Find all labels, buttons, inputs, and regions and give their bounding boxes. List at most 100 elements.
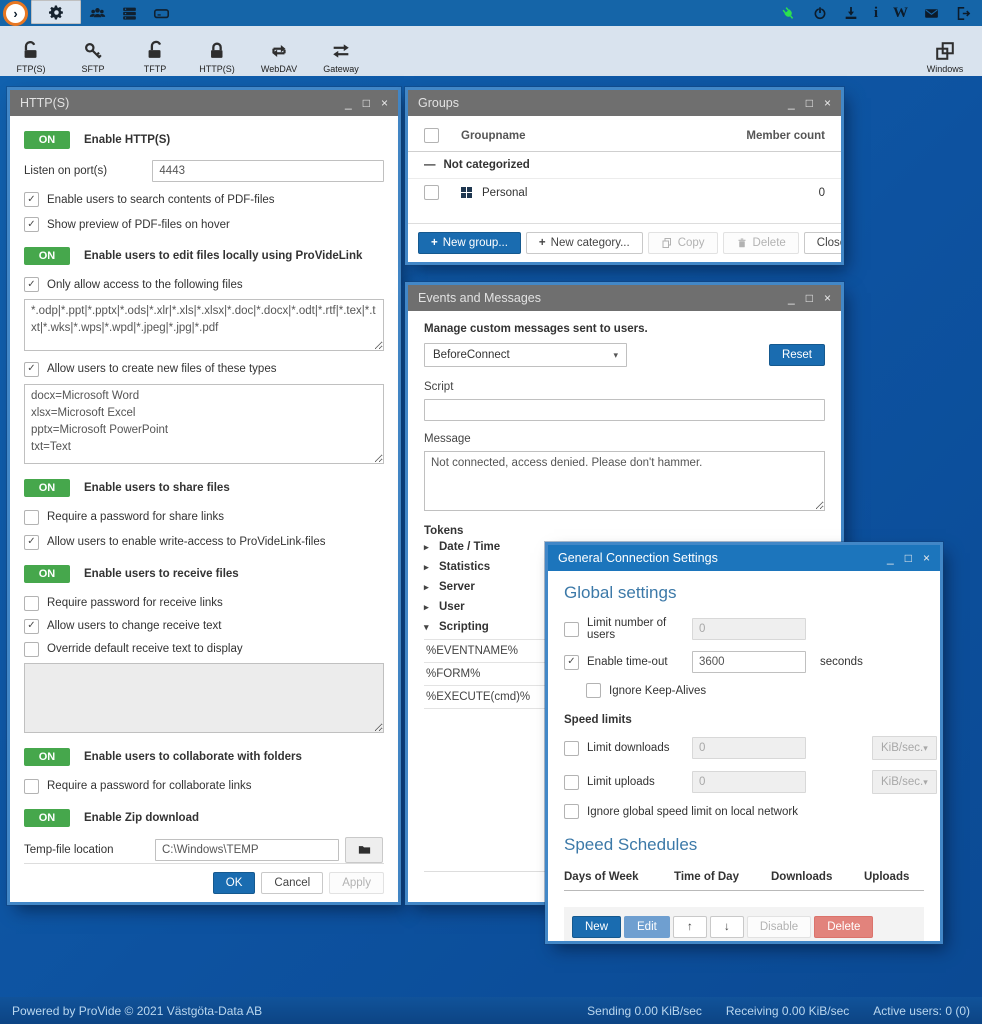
checkbox-preview-pdf[interactable]: ✓ xyxy=(24,217,39,232)
window-titlebar[interactable]: General Connection Settings _ □ × xyxy=(548,545,940,571)
window-title: General Connection Settings xyxy=(558,551,718,565)
window-titlebar[interactable]: HTTP(S) _ □ × xyxy=(10,90,398,116)
move-up-button[interactable]: ↑ xyxy=(673,916,707,938)
new-category-button[interactable]: +New category... xyxy=(526,232,643,254)
close-icon[interactable]: × xyxy=(824,285,831,311)
toolbar-item-https[interactable]: HTTP(S) xyxy=(186,28,248,74)
window-titlebar[interactable]: Groups _ □ × xyxy=(408,90,841,116)
checkbox-change-receive-text[interactable]: ✓ xyxy=(24,619,39,634)
category-row[interactable]: — Not categorized xyxy=(408,152,841,179)
member-count: 0 xyxy=(819,187,825,199)
minimize-icon[interactable]: _ xyxy=(887,545,894,571)
toggle-receive-files[interactable]: ON xyxy=(24,565,70,583)
toolbar-item-tftp[interactable]: TFTP xyxy=(124,28,186,74)
close-icon[interactable]: × xyxy=(381,90,388,116)
connection-plug-icon[interactable] xyxy=(780,5,797,22)
tab-storage[interactable] xyxy=(145,0,177,26)
checkbox-collaborate-password[interactable] xyxy=(24,779,39,794)
wiki-icon[interactable]: W xyxy=(893,6,908,21)
temp-location-input[interactable] xyxy=(155,839,339,861)
toolbar-item-gateway[interactable]: Gateway xyxy=(310,28,372,74)
provide-logo[interactable]: › xyxy=(0,0,31,26)
toolbar-item-ftps[interactable]: FTP(S) xyxy=(0,28,62,74)
triangle-right-icon: ▸ xyxy=(424,602,432,613)
close-button[interactable]: Close xyxy=(804,232,841,254)
schedule-new-button[interactable]: New xyxy=(572,916,621,938)
checkbox-create-new-files[interactable]: ✓ xyxy=(24,362,39,377)
logout-icon[interactable] xyxy=(955,5,972,22)
tab-settings[interactable] xyxy=(31,0,81,24)
checkbox-ignore-global-speed[interactable] xyxy=(564,804,579,819)
maximize-icon[interactable]: □ xyxy=(905,545,912,571)
checkbox-ignore-keepalives[interactable] xyxy=(586,683,601,698)
toggle-collaborate[interactable]: ON xyxy=(24,748,70,766)
checkbox-search-pdf[interactable]: ✓ xyxy=(24,192,39,207)
tab-users[interactable] xyxy=(81,0,113,26)
schedule-delete-button[interactable]: Delete xyxy=(814,916,873,938)
event-select[interactable]: BeforeConnect ▾ xyxy=(424,343,627,367)
chevron-down-icon: ▾ xyxy=(613,350,618,361)
new-group-button[interactable]: +New group... xyxy=(418,232,521,254)
checkbox-limit-users[interactable] xyxy=(564,622,579,637)
checkbox-limit-uploads[interactable] xyxy=(564,775,579,790)
toolbar-item-windows[interactable]: Windows xyxy=(914,28,976,74)
lock-open-icon xyxy=(144,40,166,62)
servers-icon xyxy=(120,4,139,23)
window-titlebar[interactable]: Events and Messages _ □ × xyxy=(408,285,841,311)
maximize-icon[interactable]: □ xyxy=(363,90,370,116)
script-input[interactable] xyxy=(424,399,825,421)
close-icon[interactable]: × xyxy=(923,545,930,571)
group-row-personal[interactable]: Personal 0 xyxy=(408,179,841,206)
listen-port-input[interactable] xyxy=(152,160,384,182)
gear-icon xyxy=(48,4,65,21)
checkbox-share-password[interactable] xyxy=(24,510,39,525)
window-controls: _ □ × xyxy=(788,285,831,311)
mail-icon[interactable] xyxy=(923,5,940,22)
new-file-types-textarea[interactable]: docx=Microsoft Word xlsx=Microsoft Excel… xyxy=(24,384,384,464)
browse-folder-button[interactable] xyxy=(345,837,383,863)
ok-button[interactable]: OK xyxy=(213,872,256,894)
schedule-edit-button[interactable]: Edit xyxy=(624,916,670,938)
select-all-checkbox[interactable] xyxy=(424,128,439,143)
minimize-icon[interactable]: _ xyxy=(345,90,352,116)
power-icon[interactable] xyxy=(812,5,828,21)
file-filter-textarea[interactable]: *.odp|*.ppt|*.pptx|*.ods|*.xlr|*.xls|*.x… xyxy=(24,299,384,351)
close-icon[interactable]: × xyxy=(824,90,831,116)
toggle-enable-https[interactable]: ON xyxy=(24,131,70,149)
toolbar-item-webdav[interactable]: WebDAV xyxy=(248,28,310,74)
minimize-icon[interactable]: _ xyxy=(788,285,795,311)
script-label: Script xyxy=(424,381,825,393)
minimize-icon[interactable]: _ xyxy=(788,90,795,116)
toolbar-item-sftp[interactable]: SFTP xyxy=(62,28,124,74)
toggle-zip-download[interactable]: ON xyxy=(24,809,70,827)
checkbox-only-files[interactable]: ✓ xyxy=(24,277,39,292)
toggle-share-files[interactable]: ON xyxy=(24,479,70,497)
tab-servers[interactable] xyxy=(113,0,145,26)
maximize-icon[interactable]: □ xyxy=(806,285,813,311)
listen-port-label: Listen on port(s) xyxy=(24,165,152,177)
move-down-button[interactable]: ↓ xyxy=(710,916,744,938)
checkbox-limit-downloads[interactable] xyxy=(564,741,579,756)
checkbox-override-receive-text[interactable] xyxy=(24,642,39,657)
checkbox-receive-password[interactable] xyxy=(24,596,39,611)
message-textarea[interactable]: Not connected, access denied. Please don… xyxy=(424,451,825,511)
window-title: Events and Messages xyxy=(418,291,541,305)
info-icon[interactable]: i xyxy=(874,6,878,21)
window-title: HTTP(S) xyxy=(20,96,69,110)
chevron-down-icon: ▾ xyxy=(923,743,928,754)
toolbar-item-label: HTTP(S) xyxy=(199,64,235,74)
checkbox-enable-timeout[interactable]: ✓ xyxy=(564,655,579,670)
checkbox-label: Show preview of PDF-files on hover xyxy=(47,219,230,231)
cancel-button[interactable]: Cancel xyxy=(261,872,323,894)
chevron-down-icon: ▾ xyxy=(923,777,928,788)
timeout-input[interactable] xyxy=(692,651,806,673)
toggle-edit-providelink[interactable]: ON xyxy=(24,247,70,265)
reset-button[interactable]: Reset xyxy=(769,344,825,366)
collapse-icon[interactable]: — xyxy=(424,159,436,171)
row-checkbox[interactable] xyxy=(424,185,439,200)
download-icon[interactable] xyxy=(843,5,859,21)
maximize-icon[interactable]: □ xyxy=(806,90,813,116)
checkbox-write-access[interactable]: ✓ xyxy=(24,535,39,550)
plus-icon: + xyxy=(539,237,546,249)
checkbox-label: Require a password for share links xyxy=(47,511,224,523)
